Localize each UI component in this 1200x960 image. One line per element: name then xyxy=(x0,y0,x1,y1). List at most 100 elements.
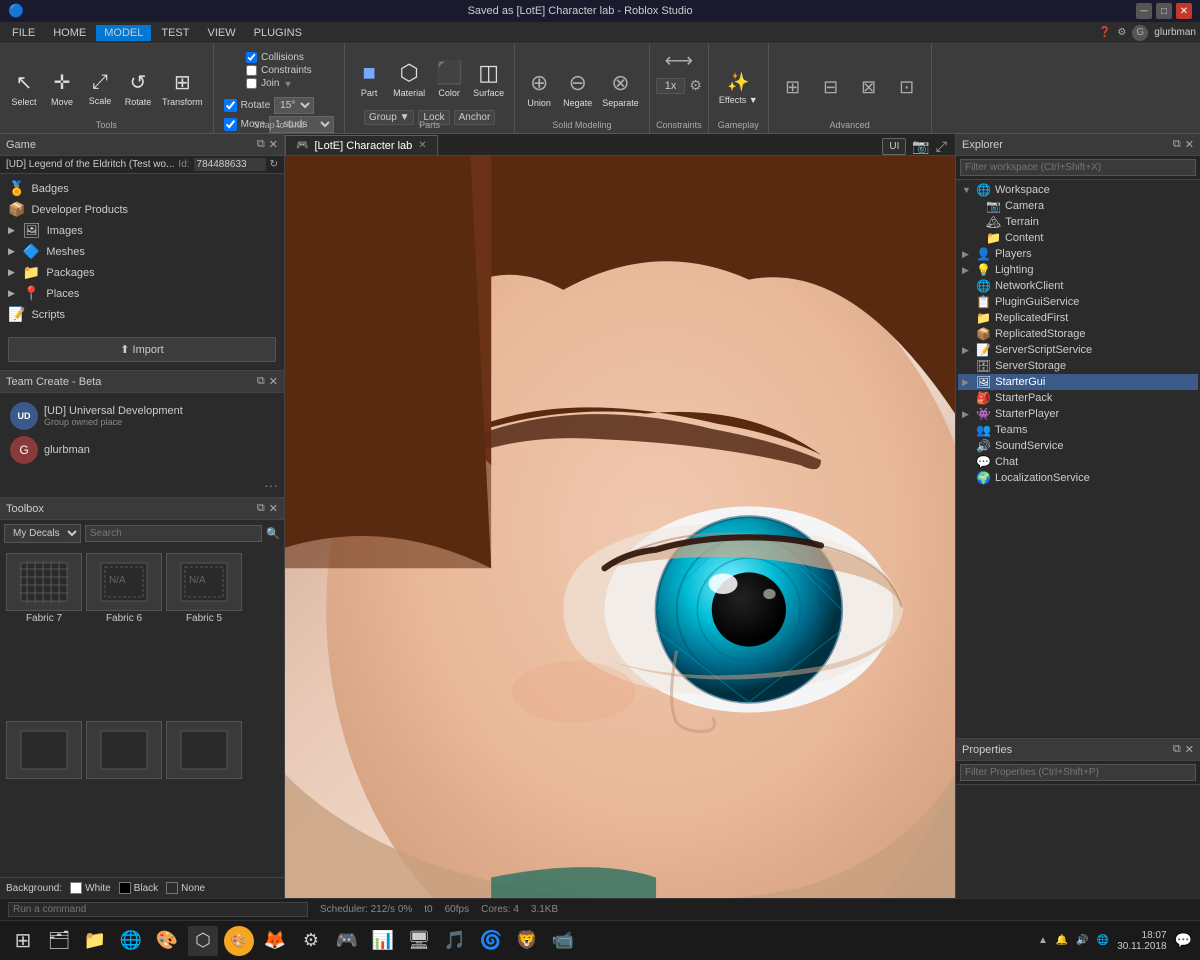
game-panel-close[interactable]: ✕ xyxy=(269,138,278,151)
toolbox-item-extra1[interactable] xyxy=(6,721,82,872)
move-tool-button[interactable]: ✛ Move xyxy=(44,63,80,115)
lion-taskbar[interactable]: 🦁 xyxy=(512,926,542,956)
maximize-button[interactable]: □ xyxy=(1156,3,1172,19)
game-item-scripts[interactable]: 📝 Scripts xyxy=(4,304,280,325)
game-item-packages[interactable]: ▶ 📁 Packages xyxy=(4,262,280,283)
paint-taskbar[interactable]: 🎨 xyxy=(152,926,182,956)
toolbox-float[interactable]: ⧉ xyxy=(257,502,265,515)
join-arrow[interactable]: ▼ xyxy=(283,79,292,89)
game-panel-float[interactable]: ⧉ xyxy=(257,138,265,151)
import-button[interactable]: ⬆ Import xyxy=(8,337,276,362)
toolbox-item-fabric6[interactable]: N/A Fabric 6 xyxy=(86,553,162,717)
screen-taskbar[interactable]: 🖥 xyxy=(404,926,434,956)
menu-test[interactable]: TEST xyxy=(153,25,197,41)
constraints-checkbox[interactable] xyxy=(246,65,257,76)
user-avatar[interactable]: G xyxy=(1132,25,1148,41)
refresh-icon[interactable]: ↻ xyxy=(270,159,278,170)
tab-close-button[interactable]: ✕ xyxy=(418,140,426,151)
rotate-snap-checkbox[interactable] xyxy=(224,99,237,112)
constraints-scale[interactable]: 1x xyxy=(656,78,686,94)
collisions-checkbox[interactable] xyxy=(246,52,257,63)
game-item-images[interactable]: ▶ 🖼 Images xyxy=(4,220,280,241)
explorer-close[interactable]: ✕ xyxy=(1185,138,1194,151)
join-checkbox[interactable] xyxy=(246,78,257,89)
tree-chat[interactable]: 💬 Chat xyxy=(958,454,1198,470)
bg-white-option[interactable]: White xyxy=(70,882,111,894)
menu-plugins[interactable]: PLUGINS xyxy=(246,25,310,41)
rotate-tool-button[interactable]: ↺ Rotate xyxy=(120,63,156,115)
firefox-taskbar[interactable]: 🦊 xyxy=(260,926,290,956)
discord-taskbar[interactable]: 📊 xyxy=(368,926,398,956)
camera-taskbar[interactable]: 📹 xyxy=(548,926,578,956)
action-center-icon[interactable]: 💬 xyxy=(1175,932,1192,949)
clock[interactable]: 18:07 30.11.2018 xyxy=(1117,930,1166,952)
separate-button[interactable]: ⊗ Separate xyxy=(598,63,643,115)
game-item-developer-products[interactable]: 📦 Developer Products xyxy=(4,199,280,220)
settings-icon[interactable]: ⚙ xyxy=(1117,27,1126,38)
tree-startergui[interactable]: ▶ 🖼 StarterGui xyxy=(958,374,1198,390)
search-icon[interactable]: 🔍 xyxy=(266,527,280,540)
explorer-search-input[interactable] xyxy=(960,159,1196,176)
game-id-input[interactable] xyxy=(194,158,266,171)
tree-serverstorage[interactable]: 🗄 ServerStorage xyxy=(958,358,1198,374)
game-item-badges[interactable]: 🏅 Badges xyxy=(4,178,280,199)
toolbox-close[interactable]: ✕ xyxy=(269,502,278,515)
toolbox-item-extra3[interactable] xyxy=(166,721,242,872)
explorer-taskbar[interactable]: 📁 xyxy=(80,926,110,956)
collisions-check[interactable]: Collisions xyxy=(246,52,312,63)
roblox-studio-taskbar[interactable]: ⬡ xyxy=(188,926,218,956)
blender-taskbar[interactable]: 🎨 xyxy=(224,926,254,956)
part-button[interactable]: ■ Part xyxy=(351,53,387,105)
screenshot-btn[interactable]: 📷 xyxy=(912,138,929,155)
properties-float[interactable]: ⧉ xyxy=(1173,743,1181,756)
game-item-places[interactable]: ▶ 📍 Places xyxy=(4,283,280,304)
browser-taskbar[interactable]: 🌐 xyxy=(116,926,146,956)
effects-button[interactable]: ✨ Effects ▼ xyxy=(715,63,762,115)
constraints-settings[interactable]: ⚙ xyxy=(689,77,702,94)
tree-starterplayer[interactable]: ▶ 👾 StarterPlayer xyxy=(958,406,1198,422)
scale-tool-button[interactable]: ⤢ Scale xyxy=(82,63,118,115)
toolbox-item-extra2[interactable] xyxy=(86,721,162,872)
notify-network-icon[interactable]: 🌐 xyxy=(1097,935,1109,946)
select-tool-button[interactable]: ↖ Select xyxy=(6,63,42,115)
bg-none-option[interactable]: None xyxy=(166,882,205,894)
join-check[interactable]: Join ▼ xyxy=(246,78,312,89)
bg-black-option[interactable]: Black xyxy=(119,882,158,894)
swirl-taskbar[interactable]: 🌀 xyxy=(476,926,506,956)
advanced-btn-4[interactable]: ⊡ xyxy=(889,63,925,115)
tree-pluginguiservice[interactable]: 📋 PluginGuiService xyxy=(958,294,1198,310)
command-input[interactable] xyxy=(8,902,308,917)
viewport-tab[interactable]: 🎮 [LotE] Character lab ✕ xyxy=(285,135,438,155)
tree-replicatedfirst[interactable]: 📁 ReplicatedFirst xyxy=(958,310,1198,326)
tree-networkclient[interactable]: 🌐 NetworkClient xyxy=(958,278,1198,294)
properties-close[interactable]: ✕ xyxy=(1185,743,1194,756)
start-button[interactable]: ⊞ xyxy=(8,926,38,956)
ui-button[interactable]: UI xyxy=(882,138,906,155)
tree-replicatedstorage[interactable]: 📦 ReplicatedStorage xyxy=(958,326,1198,342)
rotate-snap-select[interactable]: 15°5°45° xyxy=(274,97,314,114)
tree-teams[interactable]: 👥 Teams xyxy=(958,422,1198,438)
team-panel-float[interactable]: ⧉ xyxy=(257,375,265,388)
advanced-btn-3[interactable]: ⊠ xyxy=(851,63,887,115)
tree-players[interactable]: ▶ 👤 Players xyxy=(958,246,1198,262)
tree-workspace[interactable]: ▼ 🌐 Workspace xyxy=(958,182,1198,198)
tree-serverscriptservice[interactable]: ▶ 📝 ServerScriptService xyxy=(958,342,1198,358)
menu-model[interactable]: MODEL xyxy=(96,25,151,41)
toolbox-search-input[interactable] xyxy=(85,525,262,542)
close-button[interactable]: ✕ xyxy=(1176,3,1192,19)
tree-camera[interactable]: 📷 Camera xyxy=(958,198,1198,214)
material-button[interactable]: ⬡ Material xyxy=(389,53,429,105)
notify-up-icon[interactable]: ▲ xyxy=(1038,935,1048,946)
tree-soundservice[interactable]: 🔊 SoundService xyxy=(958,438,1198,454)
tree-localizationservice[interactable]: 🌍 LocalizationService xyxy=(958,470,1198,486)
minimize-button[interactable]: ─ xyxy=(1136,3,1152,19)
advanced-btn-1[interactable]: ⊞ xyxy=(775,63,811,115)
media-taskbar[interactable]: 🎵 xyxy=(440,926,470,956)
notify-bell-icon[interactable]: 🔔 xyxy=(1056,935,1068,946)
viewport[interactable] xyxy=(285,156,955,898)
toolbox-category-select[interactable]: My Decals Models Plugins Audio xyxy=(4,524,81,543)
advanced-btn-2[interactable]: ⊟ xyxy=(813,63,849,115)
toolbox-item-fabric5[interactable]: N/A Fabric 5 xyxy=(166,553,242,717)
tree-terrain[interactable]: 🏔 Terrain xyxy=(958,214,1198,230)
tree-content[interactable]: 📁 Content xyxy=(958,230,1198,246)
